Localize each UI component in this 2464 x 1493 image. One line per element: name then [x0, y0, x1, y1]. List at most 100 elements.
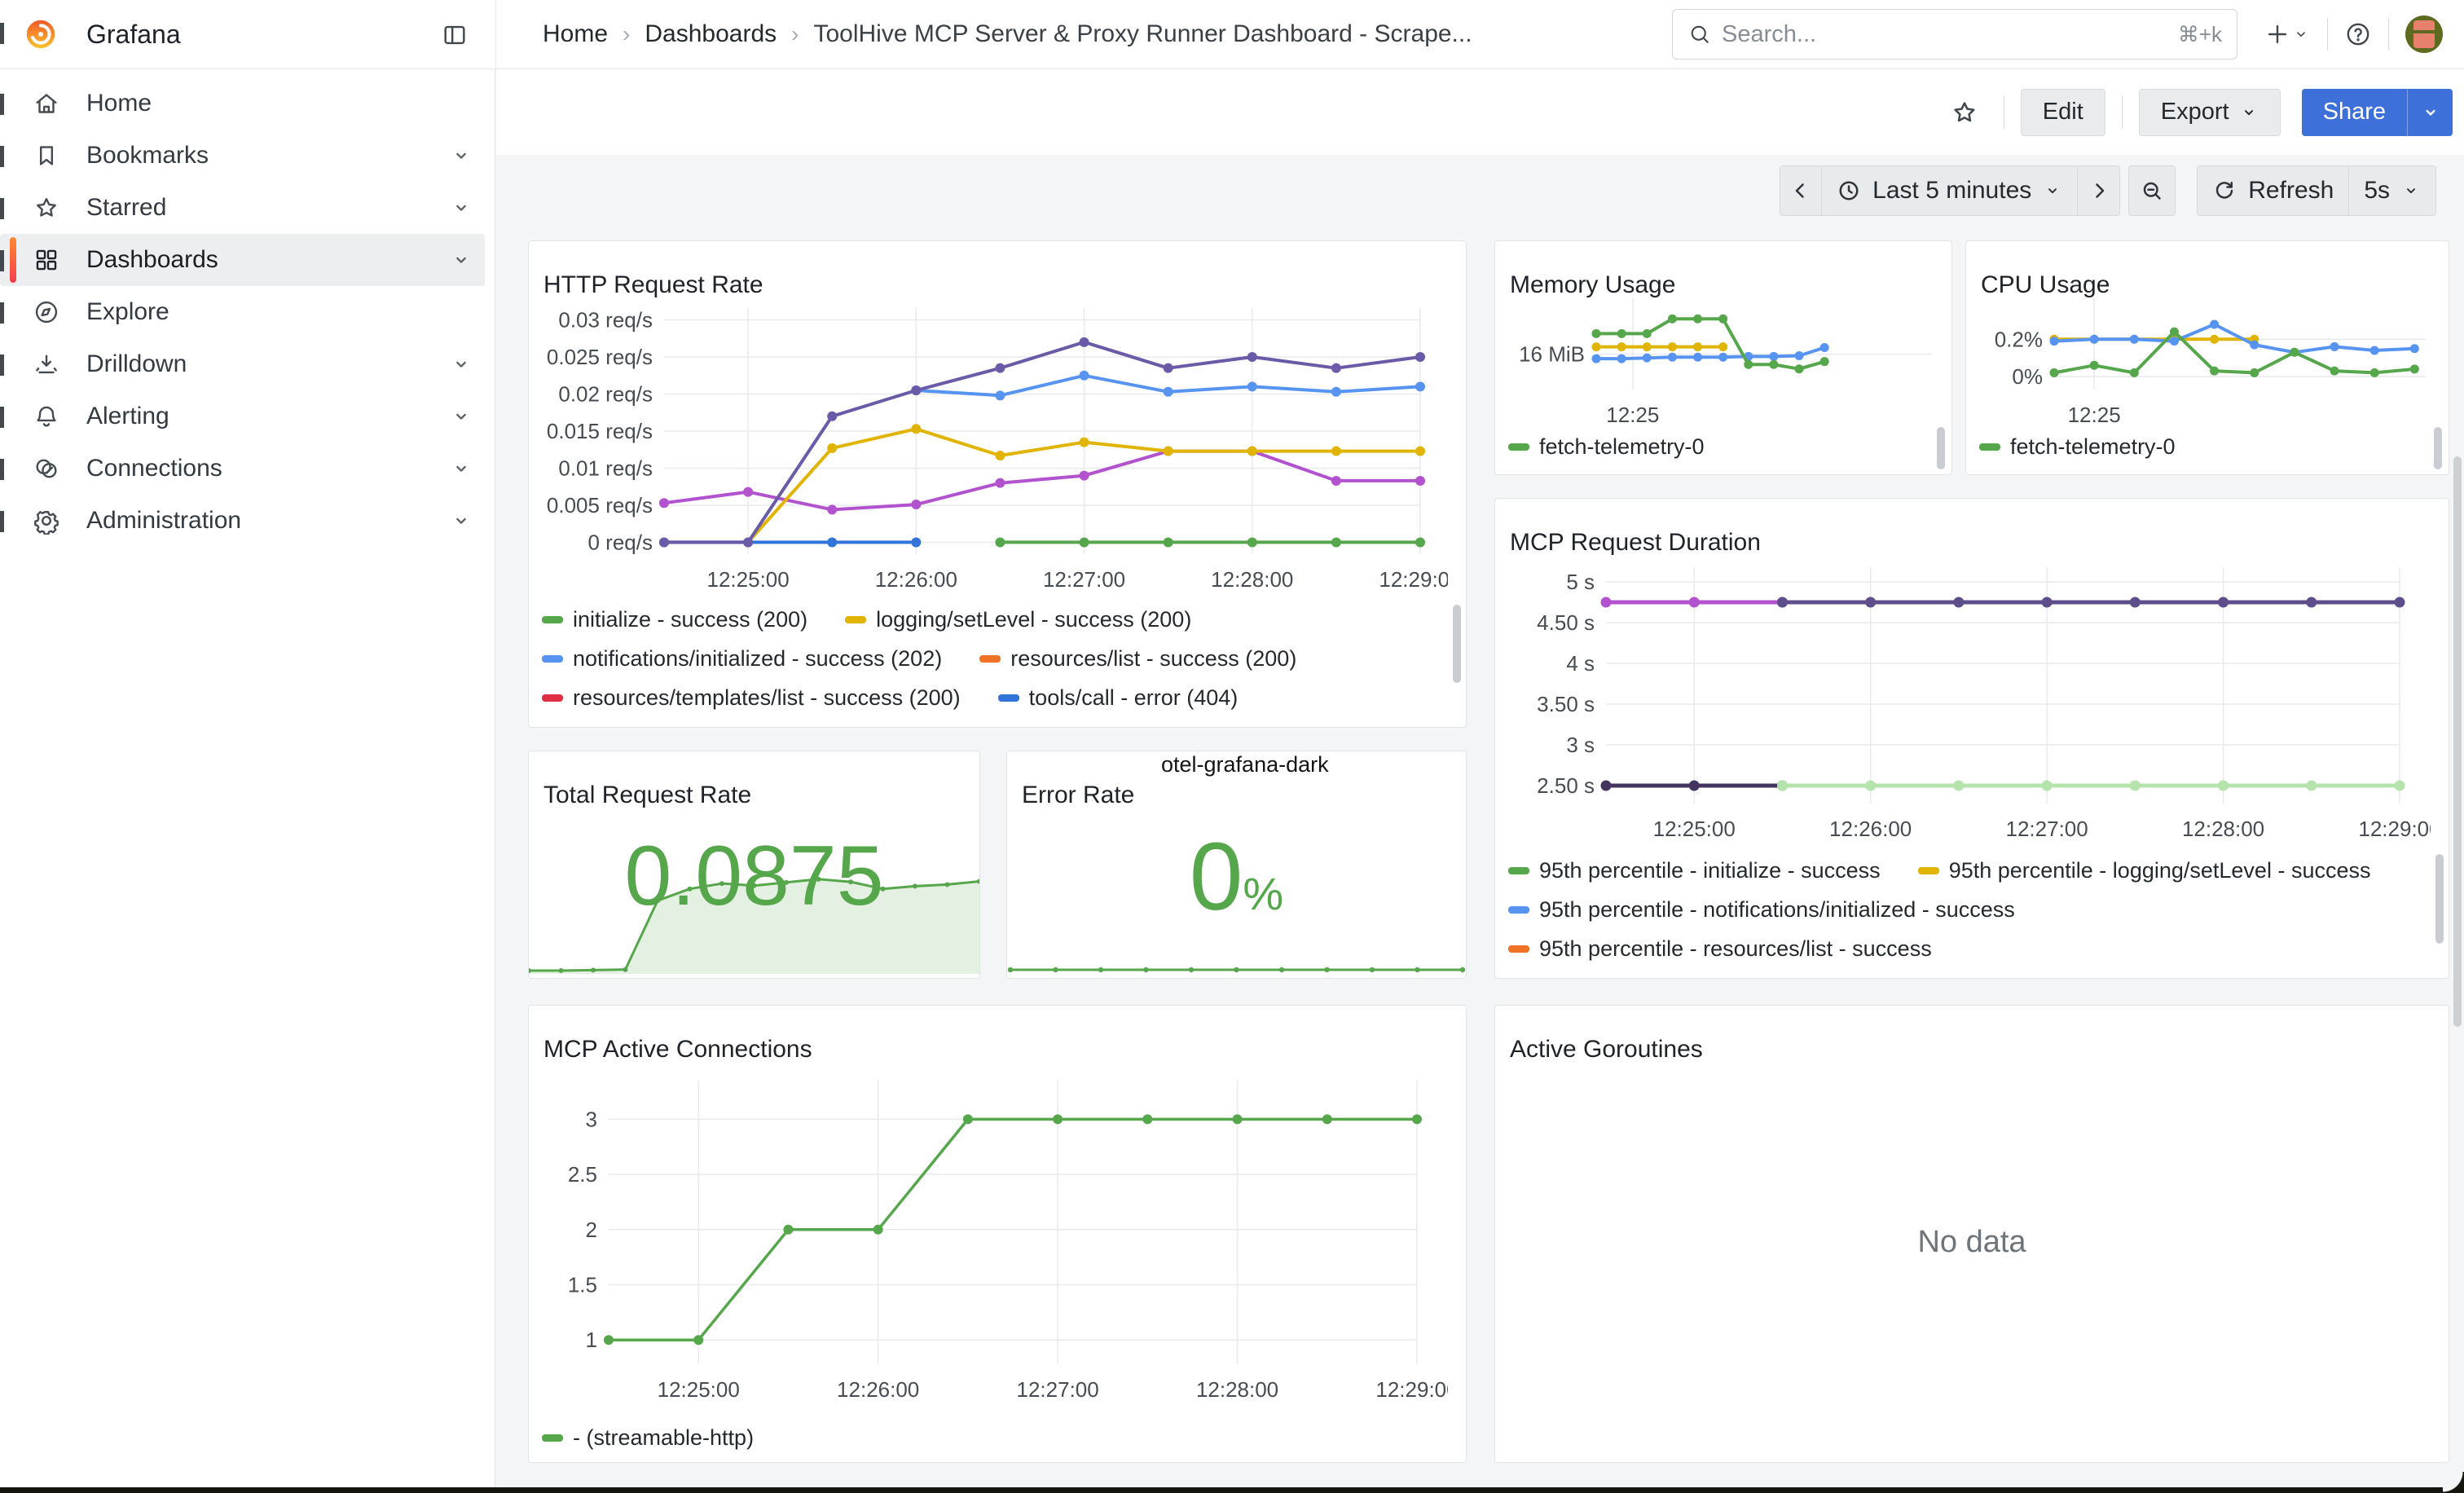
sidebar-item-administration[interactable]: Administration	[0, 495, 485, 547]
dock-menu-icon[interactable]	[438, 20, 471, 52]
sidebar-item-home[interactable]: Home	[0, 77, 485, 130]
mcp-active-connections-chart[interactable]: 32.521.5112:25:0012:26:0012:27:0012:28:0…	[542, 1053, 1448, 1419]
sidebar-item-label: Administration	[86, 507, 241, 535]
window-edge-mark	[0, 23, 4, 44]
chevron-down-icon[interactable]	[450, 457, 473, 480]
error-rate-sparkline[interactable]	[1007, 953, 1466, 978]
legend-item[interactable]: resources/list - success (200)	[979, 646, 1296, 672]
zoom-out-button[interactable]	[2128, 165, 2176, 216]
edit-button[interactable]: Edit	[2021, 89, 2105, 136]
legend-series-label: initialize - success (200)	[573, 607, 807, 632]
zoom-out-icon	[2140, 178, 2164, 203]
plus-icon	[2264, 20, 2291, 48]
legend-item[interactable]: - (streamable-http)	[542, 1425, 754, 1451]
svg-text:12:29:00: 12:29:00	[1379, 567, 1448, 592]
svg-text:4.50 s: 4.50 s	[1537, 610, 1595, 635]
refresh-interval-picker[interactable]: 5s	[2349, 165, 2436, 216]
legend-item[interactable]: tools/call - error (404)	[998, 685, 1239, 711]
chevron-down-icon[interactable]	[450, 405, 473, 428]
breadcrumb-item[interactable]: Dashboards	[645, 20, 777, 48]
add-button[interactable]	[2264, 20, 2311, 48]
mcp-request-duration-chart[interactable]: 5 s4.50 s4 s3.50 s3 s2.50 s12:25:0012:26…	[1508, 546, 2431, 853]
legend-item[interactable]: initialize - success (200)	[542, 607, 807, 632]
sidebar-item-drilldown[interactable]: Drilldown	[0, 338, 485, 390]
panel-title[interactable]: Active Goroutines	[1510, 1036, 1703, 1064]
search-input[interactable]: Search... ⌘+k	[1672, 9, 2237, 59]
gear-icon	[33, 507, 60, 535]
avatar[interactable]	[2405, 15, 2443, 53]
search-icon	[1687, 22, 1712, 46]
legend-item[interactable]: 95th percentile - logging/setLevel - suc…	[1918, 858, 2371, 883]
search-shortcut: ⌘+k	[2178, 22, 2222, 47]
no-data-message: No data	[1495, 1225, 2449, 1260]
legend-item[interactable]: fetch-telemetry-0	[1508, 434, 1705, 460]
svg-text:12:25: 12:25	[2068, 403, 2121, 424]
favorite-button[interactable]	[1950, 98, 1979, 127]
error_rate-svg	[1007, 953, 1466, 974]
divider	[2327, 18, 2328, 51]
legend-series-color	[542, 1434, 563, 1442]
help-button[interactable]	[2344, 20, 2372, 48]
sidebar-item-bookmarks[interactable]: Bookmarks	[0, 130, 485, 182]
legend-item[interactable]: resources/templates/list - success (200)	[542, 685, 961, 711]
panel-mcp-request-duration: MCP Request Duration 5 s4.50 s4 s3.50 s3…	[1494, 498, 2449, 979]
page-scrollbar[interactable]	[2453, 456, 2462, 1027]
cpu-usage-chart[interactable]: 0.2%0%12:25	[1976, 285, 2437, 428]
chevron-down-icon[interactable]	[450, 353, 473, 376]
memory-usage-chart[interactable]: 16 MiB12:25	[1505, 285, 1943, 428]
share-button[interactable]: Share	[2302, 89, 2407, 136]
chevron-down-icon[interactable]	[450, 249, 473, 271]
svg-text:1.5: 1.5	[568, 1273, 597, 1297]
window-edge-mark	[0, 302, 4, 324]
svg-text:0.02 req/s: 0.02 req/s	[558, 382, 653, 407]
sidebar-item-label: Drilldown	[86, 350, 187, 378]
chevron-down-icon	[2420, 102, 2441, 123]
svg-text:0.2%: 0.2%	[1995, 327, 2043, 351]
legend-scrollbar[interactable]	[2434, 427, 2442, 469]
window-edge-mark	[0, 146, 4, 167]
svg-text:3.50 s: 3.50 s	[1537, 692, 1595, 716]
breadcrumb-item[interactable]: Home	[543, 20, 608, 48]
legend-item[interactable]: fetch-telemetry-0	[1979, 434, 2176, 460]
legend-scrollbar[interactable]	[1937, 427, 1945, 469]
legend-series-color	[845, 616, 866, 623]
legend-item[interactable]: 95th percentile - resources/list - succe…	[1508, 936, 1932, 962]
svg-text:0.025 req/s: 0.025 req/s	[547, 345, 653, 369]
svg-text:12:27:00: 12:27:00	[1017, 1377, 1099, 1402]
sidebar-item-alerting[interactable]: Alerting	[0, 390, 485, 443]
panel-title[interactable]: Total Request Rate	[543, 782, 751, 809]
svg-text:3 s: 3 s	[1566, 733, 1595, 757]
svg-text:4 s: 4 s	[1566, 651, 1595, 676]
legend-item[interactable]: 95th percentile - notifications/initiali…	[1508, 897, 2015, 923]
export-button[interactable]: Export	[2139, 89, 2281, 136]
legend-series-label: fetch-telemetry-0	[2010, 434, 2176, 460]
chevron-down-icon[interactable]	[450, 144, 473, 167]
mcp_active_connections-svg: 32.521.5112:25:0012:26:0012:27:0012:28:0…	[542, 1053, 1448, 1415]
refresh-button[interactable]: Refresh	[2197, 165, 2349, 216]
legend-series-label: 95th percentile - notifications/initiali…	[1539, 897, 2015, 923]
legend-scrollbar[interactable]	[1453, 605, 1461, 683]
sidebar-item-explore[interactable]: Explore	[0, 286, 485, 338]
chevron-down-icon[interactable]	[450, 509, 473, 532]
legend-item[interactable]: logging/setLevel - success (200)	[845, 607, 1191, 632]
share-options-button[interactable]	[2407, 89, 2453, 136]
legend-series-label: tools/call - error (404)	[1029, 685, 1239, 711]
legend-item[interactable]: 95th percentile - initialize - success	[1508, 858, 1881, 883]
http-request-rate-chart[interactable]: 0 req/s0.005 req/s0.01 req/s0.015 req/s0…	[542, 290, 1448, 602]
legend-item[interactable]: notifications/initialized - success (202…	[542, 646, 942, 672]
sidebar-item-connections[interactable]: Connections	[0, 443, 485, 495]
chevron-down-icon[interactable]	[450, 196, 473, 219]
time-range-picker[interactable]: Last 5 minutes	[1822, 165, 2078, 216]
time-shift-forward-button[interactable]	[2078, 165, 2120, 216]
time-shift-back-button[interactable]	[1780, 165, 1822, 216]
connections-icon	[33, 455, 60, 482]
legend-series-color	[998, 694, 1019, 702]
window-edge-mark	[0, 407, 4, 428]
sidebar-item-starred[interactable]: Starred	[0, 182, 485, 234]
sidebar-item-label: Dashboards	[86, 246, 218, 274]
legend-series-label: logging/setLevel - success (200)	[876, 607, 1191, 632]
sidebar-item-dashboards[interactable]: Dashboards	[0, 234, 485, 286]
svg-text:12:28:00: 12:28:00	[2182, 817, 2264, 841]
panel-title[interactable]: Error Rate	[1022, 782, 1134, 809]
legend-scrollbar[interactable]	[2435, 854, 2444, 944]
